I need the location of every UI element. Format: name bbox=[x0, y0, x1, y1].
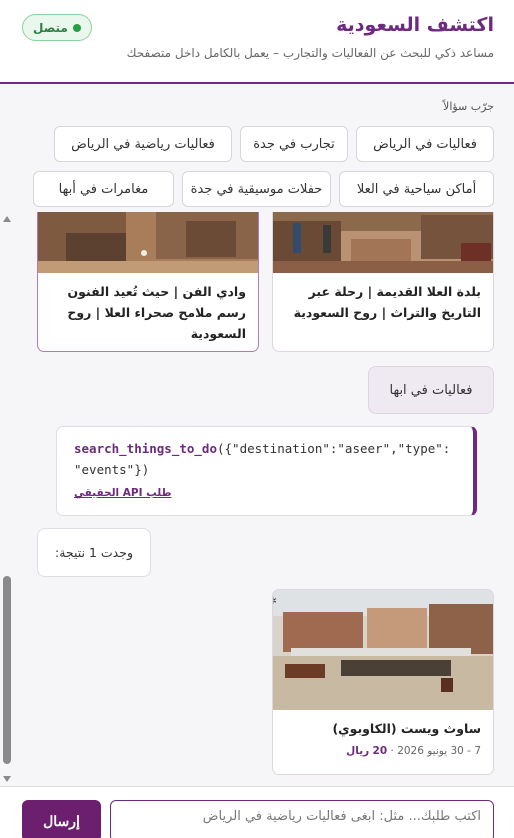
app-subtitle: مساعد ذكي للبحث عن الفعاليات والتجارب – … bbox=[126, 46, 494, 60]
event-title: ساوث ويست (الكاوبوي) bbox=[332, 721, 481, 736]
tool-call-args: ({"destination":"aseer","type": bbox=[217, 441, 451, 456]
app-title: اكتشف السعودية bbox=[336, 14, 494, 36]
event-dates: 7 - 30 يونيو 2026 bbox=[397, 745, 481, 757]
status-label: متصل bbox=[33, 20, 68, 35]
svg-text:✲: ✲ bbox=[272, 596, 277, 607]
status-dot-icon bbox=[72, 23, 81, 32]
tool-call-block: search_things_to_do({"destination":"asee… bbox=[56, 426, 477, 516]
event-price-value: 20 bbox=[372, 745, 388, 757]
chat-area: بلدة العلا القديمة | رحلة عبر التاريخ وا… bbox=[0, 212, 514, 786]
composer: إرسال bbox=[0, 786, 514, 838]
tool-call-args-continued: "events"}) bbox=[74, 462, 150, 477]
scroll-up-arrow-icon[interactable] bbox=[3, 216, 11, 222]
card-image bbox=[38, 212, 258, 273]
send-button[interactable]: إرسال bbox=[22, 800, 101, 838]
event-image: ✲ bbox=[272, 590, 493, 710]
card-title: بلدة العلا القديمة | رحلة عبر التاريخ وا… bbox=[293, 284, 481, 320]
card-image bbox=[273, 212, 493, 273]
suggestion-chip[interactable]: فعاليات رياضية في الرياض bbox=[54, 126, 232, 162]
result-card[interactable]: وادي الفن | حيث تُعيد الفنون رسم ملامح ص… bbox=[37, 212, 259, 352]
suggestion-chip[interactable]: مغامرات في أبها bbox=[33, 171, 174, 207]
event-meta: 7 - 30 يونيو 2026 · 20 ريال bbox=[285, 745, 481, 757]
assistant-message: وجدت 1 نتيجة: bbox=[37, 528, 151, 577]
result-card[interactable]: بلدة العلا القديمة | رحلة عبر التاريخ وا… bbox=[272, 212, 494, 352]
event-card[interactable]: ✲ ساوث ويست (الكاوبوي) 7 - 30 يونيو 2026… bbox=[272, 589, 494, 775]
status-badge: متصل bbox=[22, 14, 92, 41]
suggestions-title: جرّب سؤالاً bbox=[443, 100, 494, 113]
meta-separator: · bbox=[390, 745, 394, 757]
event-price-currency: ريال bbox=[346, 745, 370, 757]
suggestion-chip[interactable]: تجارب في جدة bbox=[240, 126, 348, 162]
app-header: اكتشف السعودية مساعد ذكي للبحث عن الفعال… bbox=[0, 0, 514, 84]
user-message: فعاليات في ابها bbox=[368, 366, 494, 414]
message-input[interactable] bbox=[110, 800, 494, 838]
suggestion-chip[interactable]: فعاليات في الرياض bbox=[356, 126, 494, 162]
real-api-request-link[interactable]: طلب API الحقيقي bbox=[74, 483, 171, 504]
suggestion-chip[interactable]: حفلات موسيقية في جدة bbox=[182, 171, 331, 207]
chat-scrollbar[interactable] bbox=[0, 212, 14, 786]
tool-function-name: search_things_to_do bbox=[74, 441, 217, 456]
suggestion-chip[interactable]: أماكن سياحية في العلا bbox=[339, 171, 494, 207]
tool-call-line: search_things_to_do({"destination":"asee… bbox=[74, 438, 473, 459]
scroll-down-arrow-icon[interactable] bbox=[3, 776, 11, 782]
card-title: وادي الفن | حيث تُعيد الفنون رسم ملامح ص… bbox=[67, 284, 246, 341]
scroll-thumb[interactable] bbox=[3, 576, 11, 764]
